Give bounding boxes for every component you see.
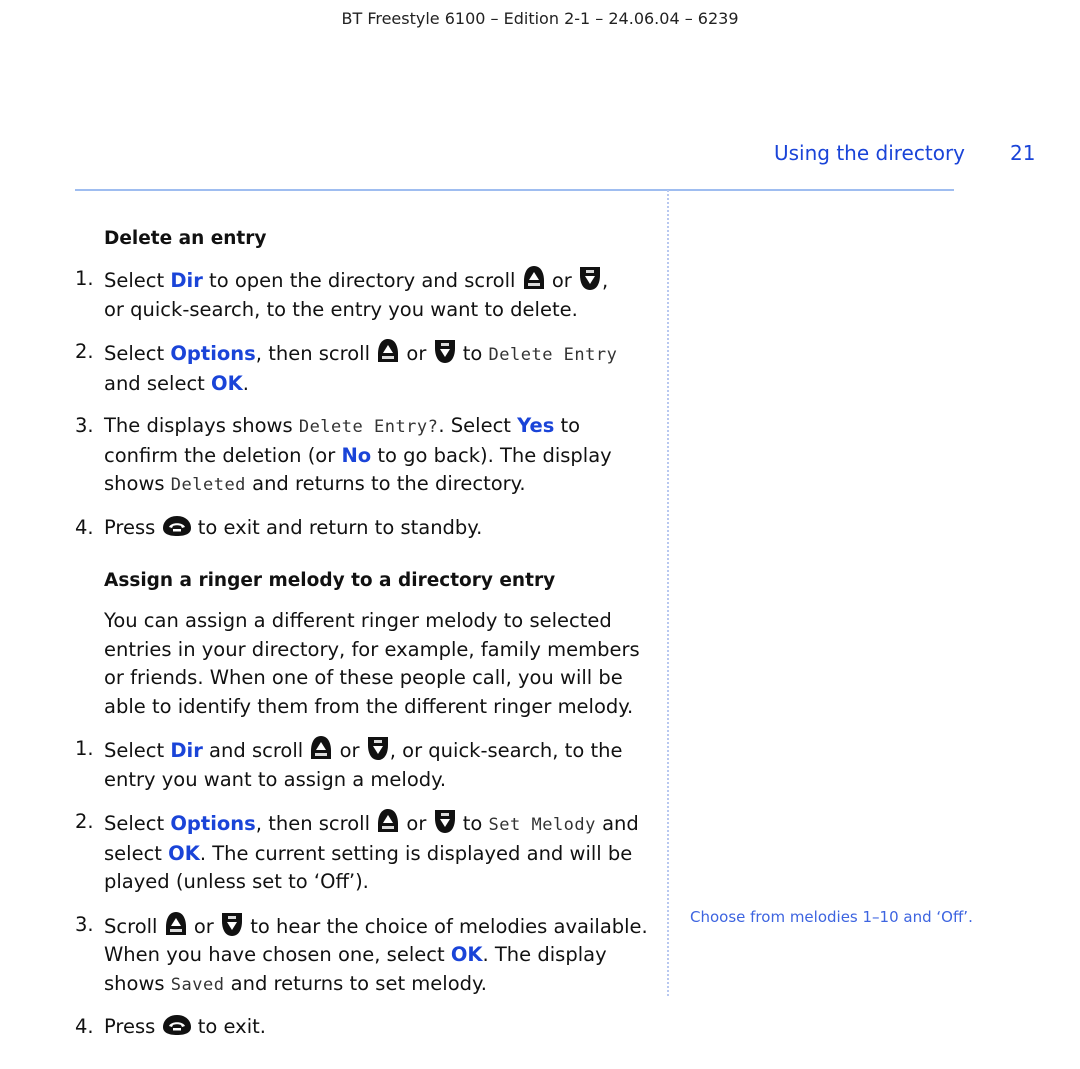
header-rule — [75, 189, 954, 191]
keyword-ok: OK — [450, 943, 483, 966]
display-text-delete-entry: Delete Entry — [488, 345, 618, 365]
calls-down-arrow-key-icon — [578, 265, 602, 291]
calls-down-arrow-key-icon — [366, 735, 390, 761]
melody-step-1: 1. Select Dir and scroll or , or quick-s… — [75, 735, 655, 794]
delete-entry-heading: Delete an entry — [104, 228, 267, 249]
step-text: Press to exit and return to standby. — [104, 514, 483, 539]
redial-up-arrow-key-icon — [309, 735, 333, 761]
step-text: Select Options, then scroll or to Delete… — [104, 338, 655, 398]
calls-down-arrow-key-icon — [220, 911, 244, 937]
document-header: BT Freestyle 6100 – Edition 2-1 – 24.06.… — [341, 9, 739, 28]
melody-intro: You can assign a different ringer melody… — [104, 609, 640, 718]
main-column: Delete an entry 1. Select Dir to open th… — [75, 226, 655, 1056]
end-call-handset-icon — [162, 1013, 192, 1037]
step-text: Select Options, then scroll or to Set Me… — [104, 808, 655, 897]
melody-step-3: 3. Scroll or to hear the choice of melod… — [75, 911, 655, 1000]
display-text-set-melody: Set Melody — [488, 815, 596, 835]
keyword-no: No — [341, 443, 372, 467]
step-number: 4. — [75, 515, 94, 539]
display-text-saved: Saved — [170, 974, 225, 995]
keyword-options: Options — [170, 812, 256, 835]
keyword-options: Options — [170, 342, 256, 365]
melody-step-4: 4. Press to exit. — [75, 1013, 655, 1042]
display-text-delete-entry-confirm: Delete Entry? — [298, 417, 439, 437]
step-number: 3. — [75, 414, 94, 437]
keyword-dir: Dir — [170, 269, 203, 292]
step-number: 4. — [75, 1015, 94, 1038]
delete-step-1: 1. Select Dir to open the directory and … — [75, 265, 655, 324]
delete-step-2: 2. Select Options, then scroll or to Del… — [75, 338, 655, 398]
step-number: 2. — [75, 340, 94, 363]
melody-sidenote: Choose from melodies 1–10 and ‘Off’. — [690, 908, 973, 926]
column-divider — [667, 190, 669, 996]
step-text: Scroll or to hear the choice of melodies… — [104, 911, 655, 1000]
delete-step-4: 4. Press to exit and return to standby. — [75, 514, 655, 543]
calls-down-arrow-key-icon — [433, 338, 457, 364]
delete-step-3: 3. The displays shows Delete Entry?. Sel… — [75, 412, 655, 500]
step-number: 1. — [75, 737, 94, 760]
redial-up-arrow-key-icon — [376, 338, 400, 364]
keyword-ok: OK — [211, 371, 243, 395]
step-number: 1. — [75, 267, 94, 290]
step-number: 2. — [75, 810, 94, 833]
redial-up-arrow-key-icon — [376, 808, 400, 834]
keyword-dir: Dir — [170, 739, 203, 762]
calls-down-arrow-key-icon — [433, 808, 457, 834]
assign-melody-heading: Assign a ringer melody to a directory en… — [104, 570, 556, 591]
section-title: Using the directory — [774, 141, 965, 165]
step-text: Select Dir and scroll or , or quick-sear… — [104, 735, 655, 794]
step-text: Press to exit. — [104, 1013, 266, 1038]
redial-up-arrow-key-icon — [522, 265, 546, 291]
step-text: Select Dir to open the directory and scr… — [104, 265, 655, 324]
end-call-handset-icon — [162, 514, 192, 538]
page-number: 21 — [1010, 141, 1036, 165]
step-number: 3. — [75, 912, 94, 936]
keyword-yes: Yes — [517, 414, 555, 437]
melody-step-2: 2. Select Options, then scroll or to Set… — [75, 808, 655, 897]
redial-up-arrow-key-icon — [164, 911, 188, 937]
keyword-ok: OK — [168, 841, 200, 865]
display-text-deleted: Deleted — [170, 475, 246, 495]
step-text: The displays shows Delete Entry?. Select… — [104, 414, 612, 495]
